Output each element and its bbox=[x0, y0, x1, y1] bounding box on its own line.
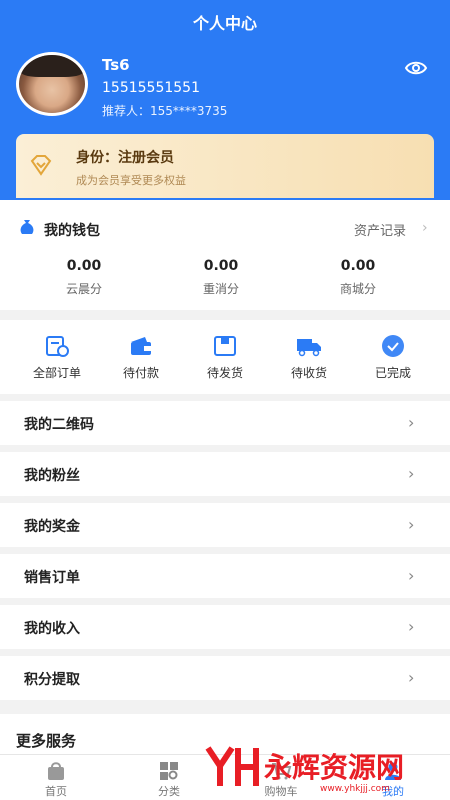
money-bag-icon bbox=[20, 220, 34, 234]
tab-label: 分类 bbox=[158, 785, 180, 798]
wallet-icon bbox=[131, 337, 151, 355]
tab-category[interactable]: 分类 bbox=[129, 757, 209, 799]
menu-label: 我的奖金 bbox=[24, 519, 80, 535]
watermark-url: www.yhkjjj.com bbox=[320, 784, 390, 794]
chevron-right-icon: › bbox=[408, 464, 415, 483]
menu-label: 我的收入 bbox=[24, 621, 80, 637]
order-label: 已完成 bbox=[374, 366, 411, 380]
menu-item-bonus[interactable]: 我的奖金 › bbox=[0, 503, 450, 547]
order-label: 全部订单 bbox=[32, 366, 81, 380]
menu-item-points-withdraw[interactable]: 积分提取 › bbox=[0, 656, 450, 700]
menu-item-sales-orders[interactable]: 销售订单 › bbox=[0, 554, 450, 598]
order-label: 待付款 bbox=[122, 366, 159, 380]
category-grid-icon bbox=[160, 762, 178, 780]
wallet-stat-chongxiao[interactable]: 0.00 重消分 bbox=[171, 258, 271, 297]
menu-label: 我的二维码 bbox=[24, 417, 94, 433]
watermark-text: 永辉资源网 bbox=[264, 751, 405, 784]
avatar[interactable] bbox=[16, 52, 88, 116]
check-circle-icon bbox=[382, 335, 404, 357]
chevron-right-icon: › bbox=[408, 413, 415, 432]
member-subtitle: 成为会员享受更多权益 bbox=[76, 174, 186, 187]
chevron-right-icon: › bbox=[408, 668, 415, 687]
phone-number: 15515551551 bbox=[102, 80, 200, 96]
order-label: 待收货 bbox=[290, 366, 327, 380]
stat-value: 0.00 bbox=[203, 258, 239, 274]
asset-record-link[interactable]: 资产记录 bbox=[354, 220, 406, 239]
watermark-mark bbox=[205, 746, 259, 786]
menu-item-fans[interactable]: 我的粉丝 › bbox=[0, 452, 450, 496]
chevron-right-icon: › bbox=[408, 515, 415, 534]
menu-label: 销售订单 bbox=[24, 570, 80, 586]
eye-icon[interactable] bbox=[404, 56, 428, 80]
truck-icon bbox=[297, 339, 321, 357]
page-title: 个人中心 bbox=[192, 14, 257, 33]
wallet-title: 我的钱包 bbox=[44, 223, 100, 239]
package-icon bbox=[214, 336, 236, 356]
referrer-text: 推荐人：155****3735 bbox=[102, 104, 228, 118]
stat-label: 重消分 bbox=[202, 282, 239, 296]
chevron-right-icon: › bbox=[408, 566, 415, 585]
tab-label: 首页 bbox=[45, 785, 67, 798]
tab-home[interactable]: 首页 bbox=[16, 757, 96, 799]
stat-value: 0.00 bbox=[66, 258, 102, 274]
username: Ts6 bbox=[102, 56, 130, 74]
watermark-logo: 永辉资源网 www.yhkjjj.com bbox=[200, 740, 450, 800]
diamond-icon bbox=[30, 155, 52, 176]
menu-item-income[interactable]: 我的收入 › bbox=[0, 605, 450, 649]
order-label: 待发货 bbox=[206, 366, 243, 380]
menu-label: 积分提取 bbox=[24, 672, 80, 688]
menu-item-qrcode[interactable]: 我的二维码 › bbox=[0, 401, 450, 445]
order-completed[interactable]: 已完成 bbox=[358, 334, 428, 381]
order-pending-shipment[interactable]: 待发货 bbox=[190, 334, 260, 381]
member-title: 身份：注册会员 bbox=[76, 150, 174, 166]
chevron-right-icon[interactable]: › bbox=[422, 220, 428, 236]
menu-label: 我的粉丝 bbox=[24, 468, 80, 484]
wallet-stat-yunchen[interactable]: 0.00 云晨分 bbox=[34, 258, 134, 297]
order-list-icon bbox=[46, 336, 69, 357]
order-pending-payment[interactable]: 待付款 bbox=[106, 334, 176, 381]
stat-value: 0.00 bbox=[340, 258, 376, 274]
order-pending-receipt[interactable]: 待收货 bbox=[274, 334, 344, 381]
chevron-right-icon: › bbox=[408, 617, 415, 636]
order-all[interactable]: 全部订单 bbox=[22, 334, 92, 381]
stat-label: 商城分 bbox=[339, 282, 376, 296]
stat-label: 云晨分 bbox=[65, 282, 102, 296]
home-bag-icon bbox=[48, 762, 64, 780]
member-card[interactable]: 身份：注册会员 成为会员享受更多权益 bbox=[16, 134, 434, 198]
more-services-title: 更多服务 bbox=[16, 732, 77, 750]
wallet-stat-shangcheng[interactable]: 0.00 商城分 bbox=[308, 258, 408, 297]
